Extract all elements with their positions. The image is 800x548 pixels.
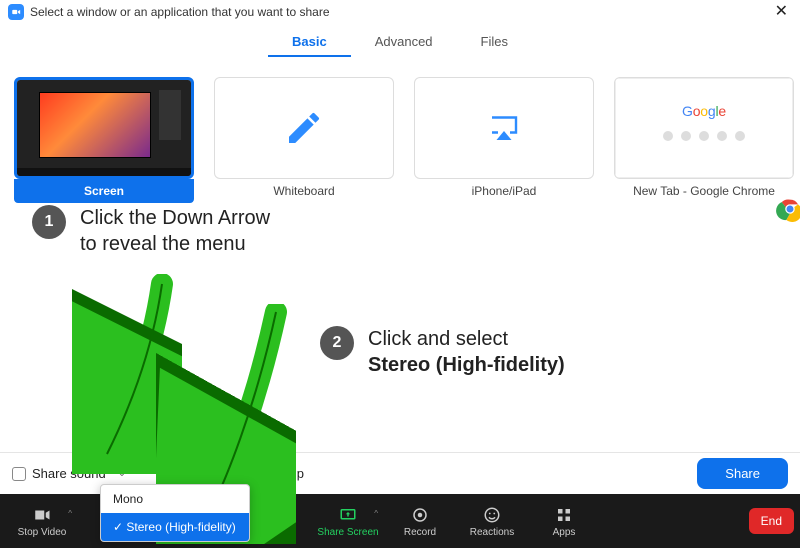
share-sources: Screen Whiteboard iPhone/iPad Google New… — [0, 57, 800, 203]
chat-icon — [267, 506, 285, 524]
dialog-title: Select a window or an application that y… — [30, 5, 330, 19]
toolbar-share-screen-label: Share Screen — [317, 527, 378, 538]
reactions-icon — [483, 506, 501, 524]
google-logo-text: Google — [682, 103, 726, 119]
annotation-arrow-1 — [72, 274, 182, 474]
chrome-preview: Google — [615, 78, 793, 178]
share-screen-icon — [339, 506, 357, 524]
end-meeting-button[interactable]: End — [749, 508, 794, 534]
video-icon — [33, 506, 51, 524]
share-sound-label: Share sound — [32, 466, 106, 481]
toolbar-stop-video[interactable]: ^ Stop Video — [6, 505, 78, 538]
step-badge-1: 1 — [32, 205, 66, 239]
tab-basic[interactable]: Basic — [268, 28, 351, 57]
toolbar-chat[interactable]: Chat — [240, 505, 312, 538]
toolbar-record[interactable]: Record — [384, 505, 456, 538]
toolbar-reactions-label: Reactions — [470, 527, 514, 538]
menu-item-stereo[interactable]: Stereo (High-fidelity) — [101, 513, 249, 541]
chevron-up-icon[interactable]: ^ — [374, 509, 378, 518]
share-sound-checkbox[interactable]: Share sound — [12, 466, 106, 481]
chrome-icon — [776, 195, 800, 223]
optimize-video-label: Optimize for video clip — [176, 466, 304, 481]
source-screen[interactable]: Screen — [14, 77, 194, 203]
step2-text-line1: Click and select — [368, 326, 565, 352]
source-iphone-label: iPhone/iPad — [414, 179, 594, 203]
toolbar-chat-label: Chat — [265, 527, 286, 538]
pencil-icon — [284, 108, 324, 148]
chevron-up-icon[interactable]: ^ — [68, 509, 72, 518]
apps-icon — [555, 506, 573, 524]
menu-item-mono[interactable]: Mono — [101, 485, 249, 513]
step-badge-2: 2 — [320, 326, 354, 360]
titlebar: Select a window or an application that y… — [0, 0, 800, 24]
checkbox-icon — [156, 467, 170, 481]
source-chrome-label: New Tab - Google Chrome — [614, 179, 794, 203]
airplay-icon — [486, 110, 522, 146]
checkbox-icon — [12, 467, 26, 481]
step2-text-line2: Stereo (High-fidelity) — [368, 352, 565, 378]
annotation-step-1: 1 Click the Down Arrow to reveal the men… — [32, 205, 270, 257]
source-iphone-ipad[interactable]: iPhone/iPad — [414, 77, 594, 203]
toolbar-stop-video-label: Stop Video — [18, 527, 67, 538]
toolbar-record-label: Record — [404, 527, 436, 538]
toolbar-share-screen[interactable]: ^ Share Screen — [312, 505, 384, 538]
source-whiteboard[interactable]: Whiteboard — [214, 77, 394, 203]
source-whiteboard-label: Whiteboard — [214, 179, 394, 203]
source-screen-label: Screen — [14, 179, 194, 203]
share-sound-menu: Mono Stereo (High-fidelity) — [100, 484, 250, 542]
zoom-app-icon — [8, 4, 24, 20]
tab-advanced[interactable]: Advanced — [351, 28, 457, 57]
record-icon — [411, 506, 429, 524]
annotation-step-2: 2 Click and select Stereo (High-fidelity… — [320, 326, 565, 378]
source-chrome-window[interactable]: Google New Tab - Google Chrome — [614, 77, 794, 203]
share-sound-dropdown-caret[interactable]: ⌄ — [114, 466, 130, 481]
optimize-video-checkbox[interactable]: Optimize for video clip — [156, 466, 304, 481]
step1-text-line2: to reveal the menu — [80, 231, 270, 257]
toolbar-apps-label: Apps — [553, 527, 576, 538]
share-tabs: Basic Advanced Files — [0, 28, 800, 57]
toolbar-apps[interactable]: Apps — [528, 505, 600, 538]
screen-preview-icon — [17, 80, 191, 176]
step1-text-line1: Click the Down Arrow — [80, 205, 270, 231]
toolbar-reactions[interactable]: Reactions — [456, 505, 528, 538]
tab-files[interactable]: Files — [457, 28, 532, 57]
close-icon[interactable]: ✕ — [771, 4, 792, 20]
share-button[interactable]: Share — [697, 458, 788, 489]
